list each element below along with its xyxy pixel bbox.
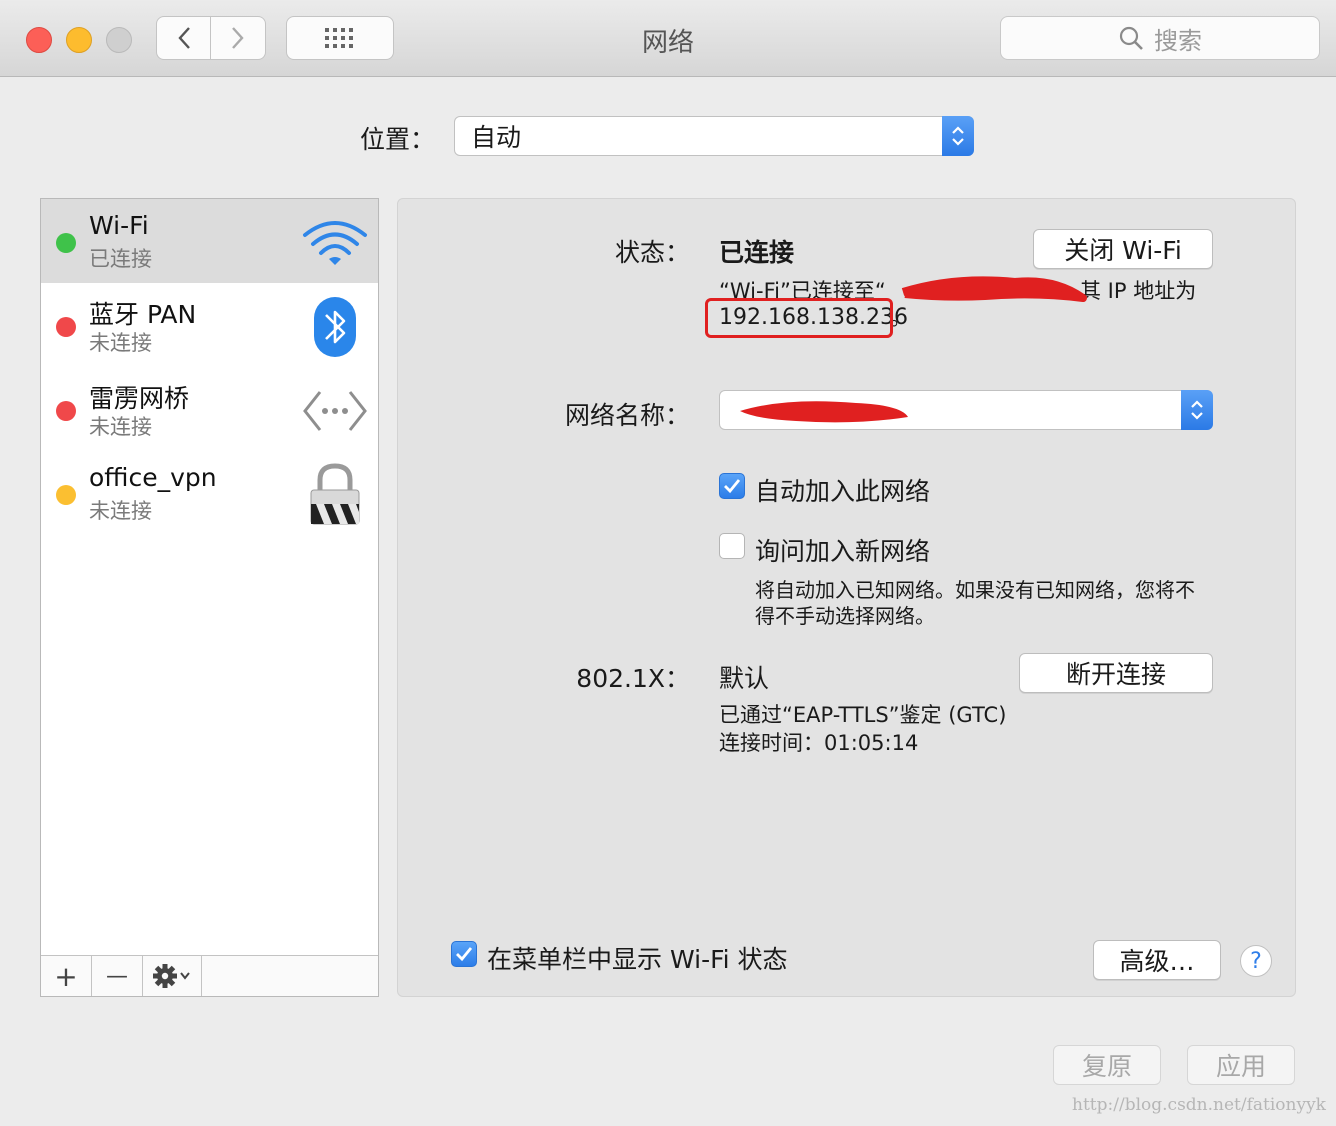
status-dot (56, 317, 76, 337)
bluetooth-icon (299, 295, 371, 359)
title-bar: 网络 搜索 (0, 0, 1336, 77)
service-name: 蓝牙 PAN (89, 300, 197, 329)
advanced-button[interactable]: 高级… (1093, 940, 1221, 980)
service-status: 未连接 (89, 415, 152, 439)
ask-join-checkbox[interactable] (719, 533, 745, 559)
apply-button[interactable]: 应用 (1187, 1045, 1295, 1085)
connection-time: 连接时间：01:05:14 (719, 731, 919, 755)
service-name: Wi-Fi (89, 211, 149, 240)
checkmark-icon (724, 479, 741, 494)
dot1x-value: 默认 (719, 664, 770, 693)
remove-service-button[interactable]: — (92, 956, 143, 996)
vpn-lock-icon (299, 463, 371, 527)
service-status: 未连接 (89, 499, 152, 523)
location-popup[interactable]: 自动 (454, 116, 974, 156)
dot1x-auth-status: 已通过“EAP-TTLS”鉴定 (GTC) (719, 703, 1007, 727)
auto-join-checkbox[interactable] (719, 473, 745, 499)
search-icon (1119, 26, 1143, 50)
status-dot (56, 401, 76, 421)
network-name-popup[interactable] (719, 390, 1213, 430)
checkmark-icon (456, 947, 473, 962)
service-list: Wi-Fi 已连接 蓝牙 PAN 未连接 雷雳网桥 未连接 office_vpn… (40, 198, 379, 997)
status-value: 已连接 (719, 238, 795, 267)
ip-highlight-annotation (705, 298, 893, 338)
status-label: 状态： (614, 238, 690, 267)
service-item-bluetooth-pan[interactable]: 蓝牙 PAN 未连接 (41, 283, 378, 367)
status-description-b: 其 IP 地址为 (1080, 279, 1197, 303)
redaction-scribble (740, 401, 908, 423)
help-icon: ? (1250, 948, 1262, 974)
ask-join-description-2: 得不手动选择网络。 (755, 604, 935, 628)
status-dot (56, 485, 76, 505)
search-field[interactable]: 搜索 (1000, 16, 1320, 60)
dot1x-label: 802.1X： (576, 664, 690, 693)
redaction-scribble (901, 276, 1087, 302)
service-name: 雷雳网桥 (89, 384, 190, 413)
popup-stepper-icon (1181, 390, 1213, 430)
location-label: 位置： (360, 125, 436, 154)
service-status: 未连接 (89, 331, 152, 355)
ask-join-label: 询问加入新网络 (755, 537, 931, 566)
watermark: http://blog.csdn.net/fationyyk (1072, 1095, 1326, 1115)
status-dot (56, 233, 76, 253)
service-item-wifi[interactable]: Wi-Fi 已连接 (41, 199, 378, 283)
network-name-label: 网络名称： (564, 401, 690, 430)
turn-off-wifi-button[interactable]: 关闭 Wi-Fi (1033, 229, 1213, 269)
service-name: office_vpn (89, 463, 217, 492)
auto-join-label: 自动加入此网络 (755, 477, 931, 506)
minus-icon: — (106, 963, 128, 989)
show-menu-wifi-checkbox[interactable] (451, 941, 477, 967)
plus-icon: + (54, 959, 78, 993)
add-service-button[interactable]: + (41, 956, 92, 996)
action-menu-button[interactable] (143, 956, 202, 996)
popup-stepper-icon (942, 116, 974, 156)
gear-icon (153, 964, 190, 988)
service-status: 已连接 (89, 247, 152, 271)
service-item-office-vpn[interactable]: office_vpn 未连接 (41, 451, 378, 535)
revert-button[interactable]: 复原 (1053, 1045, 1161, 1085)
ask-join-description-1: 将自动加入已知网络。如果没有已知网络，您将不 (755, 578, 1195, 602)
ip-suffix: 。 (890, 306, 911, 330)
disconnect-button[interactable]: 断开连接 (1019, 653, 1213, 693)
location-value: 自动 (471, 123, 522, 152)
show-menu-wifi-label: 在菜单栏中显示 Wi-Fi 状态 (487, 945, 788, 974)
thunderbolt-bridge-icon (299, 379, 371, 443)
search-placeholder: 搜索 (1154, 26, 1202, 55)
help-button[interactable]: ? (1240, 945, 1272, 977)
wifi-icon (299, 211, 371, 275)
service-item-thunderbolt-bridge[interactable]: 雷雳网桥 未连接 (41, 367, 378, 451)
service-list-toolbar: + — (41, 955, 378, 996)
